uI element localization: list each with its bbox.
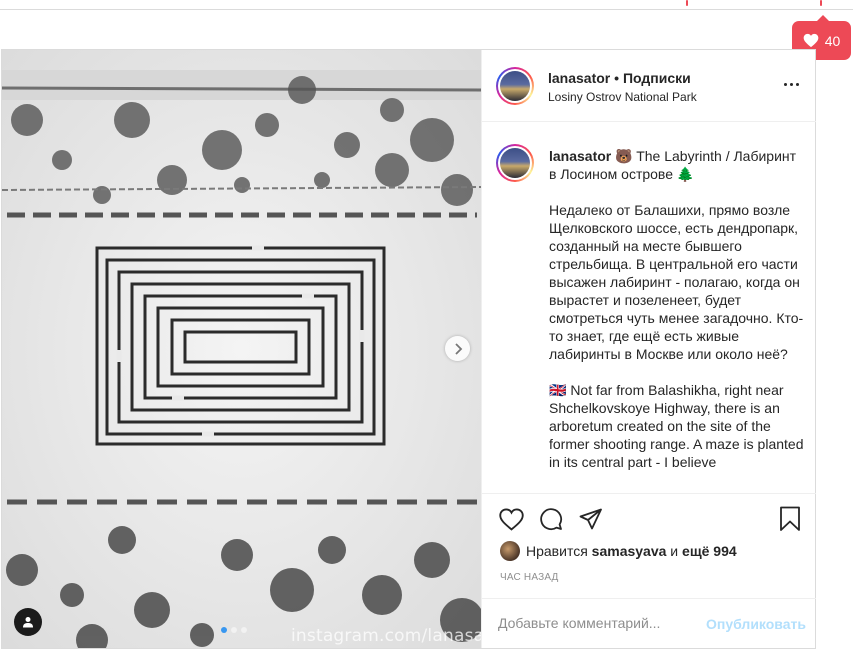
comment-input[interactable] [498,615,708,631]
share-button[interactable] [578,506,604,532]
likes-others-link[interactable]: ещё 994 [682,543,737,559]
likes-middle: и [666,543,683,559]
heart-icon [803,33,819,48]
top-navigation-bar [0,0,853,10]
carousel-next-button[interactable] [445,336,470,361]
chevron-right-icon [454,342,462,355]
caption-paragraph-en: 🇬🇧 Not far from Balashikha, right near S… [549,382,804,470]
nav-indicator [820,0,822,6]
likes-user-link[interactable]: samasyava [592,543,667,559]
like-button[interactable] [498,506,524,532]
post-header: lanasator • Подписки Losiny Ostrov Natio… [482,50,816,122]
carousel-indicator [221,627,247,633]
heart-outline-icon [498,507,524,531]
post-image[interactable]: instagram.com/lanasator [2,50,481,648]
caption-text: lanasator 🐻 The Labyrinth / Лабиринт в Л… [549,147,805,489]
photo-watermark: instagram.com/lanasator [291,626,481,646]
carousel-dot-active [221,627,227,633]
share-icon [579,508,602,530]
tagged-users-button[interactable] [14,608,42,636]
comment-form: Опубликовать [482,598,816,649]
post-actions: Нравится samasyava и ещё 994 ЧАС НАЗАД О… [482,493,816,648]
notification-count: 40 [824,32,841,49]
carousel-dot [241,627,247,633]
post-modal: instagram.com/lanasator lanasator • Подп… [1,49,816,649]
following-status-button[interactable]: Подписки [623,70,691,86]
likes-prefix: Нравится [526,543,592,559]
post-timestamp[interactable]: ЧАС НАЗАД [500,572,559,583]
labyrinth-aerial-photo [2,50,481,648]
publish-button[interactable]: Опубликовать [706,616,806,632]
comment-button[interactable] [538,506,564,532]
nav-indicator [686,0,688,6]
caption-username[interactable]: lanasator [549,148,611,164]
post-sidebar: lanasator • Подписки Losiny Ostrov Natio… [481,50,816,648]
post-location[interactable]: Losiny Ostrov National Park [548,90,697,104]
more-options-icon[interactable] [784,83,799,86]
liker-avatar[interactable] [500,541,520,561]
user-icon [23,617,33,628]
save-button[interactable] [778,506,804,532]
carousel-dot [231,627,237,633]
author-info: lanasator • Подписки [548,70,691,86]
author-avatar[interactable] [496,67,534,105]
bookmark-icon [780,506,800,531]
separator: • [610,70,623,86]
caption-section: lanasator 🐻 The Labyrinth / Лабиринт в Л… [482,123,816,493]
likes-summary: Нравится samasyava и ещё 994 [500,541,737,561]
comment-icon [540,508,563,531]
caption-avatar[interactable] [496,144,534,182]
author-username[interactable]: lanasator [548,70,610,86]
caption-paragraph-ru: Недалеко от Балашихи, прямо возле Щелков… [549,202,804,362]
